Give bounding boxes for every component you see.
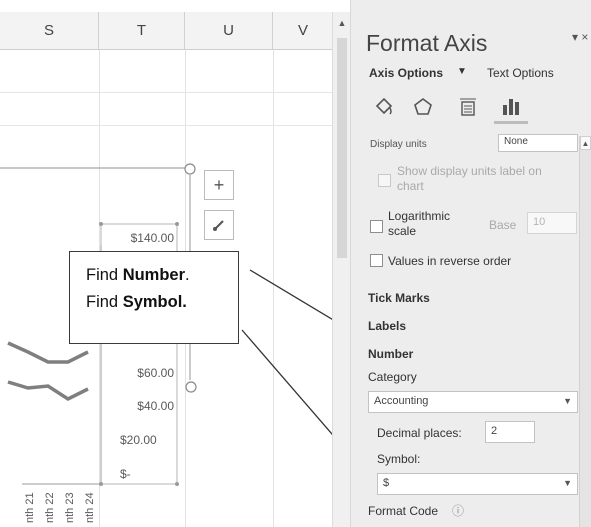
fill-line-icon[interactable] [369, 92, 399, 122]
chart-resize-handle-top-right [184, 163, 196, 175]
display-units-dropdown[interactable]: None [498, 134, 578, 152]
base-label: Base [489, 218, 517, 232]
section-number[interactable]: Number [368, 347, 413, 361]
active-tab-indicator [494, 121, 528, 124]
section-labels[interactable]: Labels [368, 319, 406, 333]
display-units-label: Display units [370, 139, 427, 150]
scroll-up-arrow-icon[interactable]: ▲ [335, 16, 349, 30]
size-properties-icon[interactable] [453, 92, 483, 122]
callout-line-number: Find Number. [86, 266, 190, 284]
y-axis-tick-label: $140.00 [130, 231, 174, 245]
x-axis-tick-label: nth 22 [44, 492, 56, 523]
effects-icon[interactable] [408, 92, 438, 122]
x-axis-tick-label: nth 23 [64, 492, 76, 523]
pane-close-icon[interactable]: ▾ × [572, 30, 588, 44]
series-line-lower [7, 380, 89, 402]
logarithmic-scale-checkbox[interactable] [370, 220, 383, 233]
tab-text-options[interactable]: Text Options [487, 66, 554, 80]
chevron-down-icon[interactable]: ▼ [457, 66, 467, 77]
scroll-up-arrow-icon[interactable]: ▲ [580, 136, 591, 150]
pane-vertical-scrollbar[interactable]: ▲ [579, 136, 591, 527]
axis-options-icon[interactable] [496, 92, 526, 122]
logarithmic-scale-label: Logarithmic scale [388, 209, 451, 238]
callout-connector-symbol [241, 329, 334, 438]
y-axis-tick-label: $60.00 [137, 366, 174, 380]
y-axis-tick-label: $- [120, 467, 131, 481]
brush-icon [213, 220, 224, 231]
sheet-vertical-scrollbar[interactable]: ▲ [332, 12, 350, 527]
x-axis-tick-label: nth 21 [24, 492, 36, 523]
plus-icon: + [213, 174, 225, 195]
section-tick-marks[interactable]: Tick Marks [368, 291, 430, 305]
x-axis-tick-label: nth 24 [84, 492, 96, 523]
chevron-down-icon: ▼ [563, 478, 572, 488]
format-code-label: Format Code [368, 504, 439, 518]
values-reverse-checkbox[interactable] [370, 254, 383, 267]
scrollbar-thumb[interactable] [337, 38, 347, 258]
show-units-label-text: Show display units label on chart [397, 164, 542, 193]
symbol-label: Symbol: [377, 452, 421, 466]
symbol-dropdown[interactable]: $ ▼ [377, 473, 578, 495]
decimal-places-label: Decimal places: [377, 426, 462, 440]
chart-styles-button[interactable] [204, 210, 234, 240]
values-reverse-label: Values in reverse order [388, 254, 512, 268]
series-line-upper [7, 341, 89, 364]
tab-axis-options[interactable]: Axis Options [369, 66, 443, 80]
chart-elements-button[interactable]: + [204, 170, 234, 200]
info-icon[interactable]: ⓘ [452, 502, 464, 519]
callout-line-symbol: Find Symbol. [86, 293, 187, 311]
category-dropdown[interactable]: Accounting ▼ [368, 391, 578, 413]
callout-connector-number [249, 269, 334, 322]
pane-title: Format Axis [366, 30, 488, 56]
chart-resize-handle-right [185, 381, 197, 393]
chevron-down-icon: ▼ [563, 396, 572, 406]
y-axis-tick-label: $20.00 [120, 433, 157, 447]
category-value: Accounting [374, 395, 429, 407]
show-units-label-checkbox[interactable] [378, 174, 391, 187]
symbol-value: $ [383, 477, 390, 489]
instruction-callout: Find Number. Find Symbol. [69, 251, 239, 344]
decimal-places-input[interactable]: 2 [485, 421, 535, 443]
base-input[interactable]: 10 [527, 212, 577, 234]
worksheet-area[interactable]: S T U V $140.00 $60.00 $40.00 $20.00 $- … [0, 0, 334, 527]
category-label: Category [368, 370, 417, 384]
y-axis-tick-label: $40.00 [137, 399, 174, 413]
